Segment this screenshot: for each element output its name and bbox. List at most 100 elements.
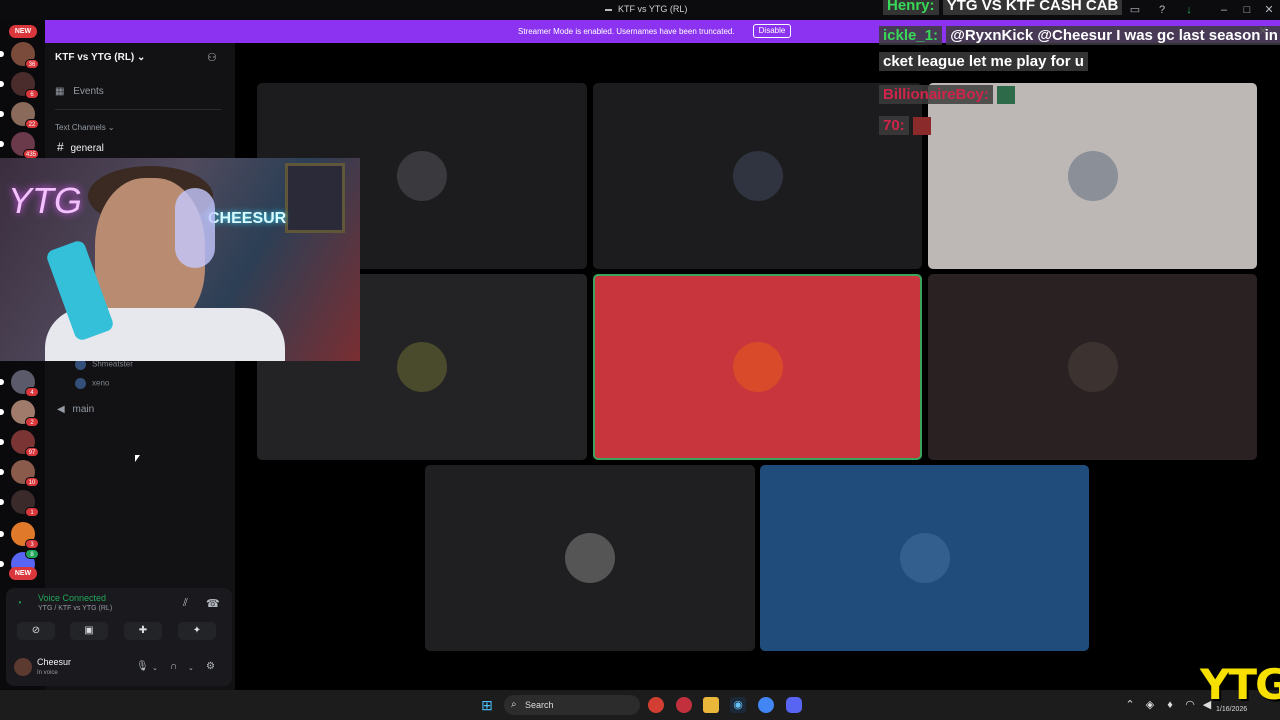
steam-icon[interactable]: ◉ — [730, 697, 746, 713]
avatar — [899, 533, 950, 583]
taskbar — [0, 690, 1280, 720]
avatar — [732, 151, 783, 201]
chat-message: 70: — [879, 116, 931, 136]
overlay-logo: YTG — [1200, 660, 1280, 709]
server-name: KTF vs YTG (RL) — [55, 52, 135, 63]
camera-button[interactable]: ⊘ — [17, 622, 55, 640]
channel-general[interactable]: # general — [57, 140, 104, 154]
video-tile[interactable] — [928, 274, 1257, 460]
chat-username: 70: — [879, 116, 909, 135]
chat-username: Henry: — [883, 0, 939, 15]
headset — [175, 188, 215, 268]
search-icon: ⌕ — [511, 699, 517, 710]
video-tile-speaking[interactable] — [593, 274, 922, 460]
streamer-webcam: YTG CHEESUR — [0, 158, 360, 361]
screen-share-button[interactable]: ▣ — [70, 622, 108, 640]
neon-sign: YTG — [8, 180, 83, 221]
server-icon[interactable]: 1 — [0, 490, 39, 517]
voice-user[interactable]: xeno — [75, 378, 109, 389]
disable-button[interactable]: Disable — [753, 24, 791, 38]
username[interactable]: Cheesur — [37, 657, 71, 667]
video-tile[interactable] — [760, 465, 1089, 651]
gear-icon[interactable]: ⚙ — [206, 661, 215, 672]
chat-username: BillionaireBoy: — [879, 85, 993, 104]
camera-off-icon: ⊘ — [31, 625, 41, 636]
chat-message: ickle_1: @RyxnKick @Cheesur I was gc las… — [879, 26, 1280, 45]
folder-icon[interactable] — [703, 697, 719, 713]
activities-icon: ✚ — [138, 625, 148, 636]
microphone-icon[interactable]: ♦ — [1162, 697, 1178, 713]
hash-icon: # — [57, 140, 64, 154]
events-link[interactable]: ▦ Events — [55, 86, 104, 97]
chrome-icon[interactable] — [648, 697, 664, 713]
add-member-icon[interactable]: ⚇ — [207, 51, 221, 65]
server-icon[interactable]: 97 — [0, 430, 39, 457]
headphones-icon[interactable]: ∩ — [170, 661, 177, 672]
mouse-cursor — [135, 455, 140, 462]
emote-icon — [912, 117, 931, 136]
server-icon[interactable]: 6 — [0, 72, 39, 99]
chat-text: YTG VS KTF CASH CAB — [942, 0, 1123, 15]
avatar — [565, 533, 615, 583]
voice-status[interactable]: Voice Connected — [38, 593, 106, 603]
avatar — [397, 151, 447, 201]
chat-text: cket league let me play for u — [879, 52, 1088, 71]
noise-suppression-icon[interactable]: ⫽ — [183, 597, 188, 610]
avatar — [75, 378, 86, 389]
banner-text: Streamer Mode is enabled. Usernames have… — [518, 27, 735, 36]
tray-icon[interactable]: ◈ — [1142, 697, 1158, 713]
avatar — [1067, 342, 1118, 392]
soundboard-button[interactable]: ✦ — [178, 622, 216, 640]
chevron-up-icon[interactable]: ⌃ — [1122, 697, 1138, 713]
microphone-icon[interactable]: 🎙︎ — [136, 661, 149, 672]
speaker-icon: ◀ — [57, 404, 65, 415]
window-title: KTF vs YTG (RL) — [605, 4, 687, 14]
disconnect-icon[interactable]: ☎ — [206, 597, 220, 610]
video-stage — [235, 43, 1280, 690]
category-text-channels[interactable]: Text Channels ⌄ — [55, 123, 115, 132]
avatar[interactable] — [14, 658, 32, 676]
avatar — [732, 342, 783, 392]
avatar — [397, 342, 447, 392]
server-icon[interactable]: 435 — [0, 132, 39, 159]
chat-message: Henry: YTG VS KTF CASH CAB — [883, 0, 1123, 15]
chat-message: BillionaireBoy: — [879, 85, 1016, 105]
app-icon[interactable] — [676, 697, 692, 713]
user-status: In voice — [37, 670, 58, 676]
server-icon[interactable]: 4 — [0, 370, 39, 397]
chat-username: ickle_1: — [879, 26, 943, 45]
server-icon[interactable]: 22 — [0, 102, 39, 129]
activities-button[interactable]: ✚ — [124, 622, 162, 640]
search-label: Search — [525, 700, 554, 710]
chat-message: cket league let me play for u — [879, 52, 1088, 71]
screen-share-icon: ▣ — [84, 625, 94, 636]
divider — [55, 109, 221, 110]
chat-overlay: Henry: YTG VS KTF CASH CAB ickle_1: @Ryx… — [879, 0, 1280, 140]
emote-icon — [997, 86, 1016, 105]
server-icon[interactable]: 3 — [0, 522, 39, 549]
voice-channel-path: YTG / KTF vs YTG (RL) — [38, 605, 113, 612]
calendar-icon: ▦ — [55, 86, 65, 97]
start-icon[interactable]: ⊞ — [479, 697, 495, 713]
soundboard-icon: ✦ — [192, 625, 202, 636]
arcade-machine — [285, 163, 345, 233]
chevron-down-icon: ⌄ — [137, 52, 146, 63]
chevron-down-icon[interactable]: ⌄ — [188, 664, 194, 672]
video-tile[interactable] — [425, 465, 755, 651]
chrome-icon[interactable] — [758, 697, 774, 713]
chat-text: @RyxnKick @Cheesur I was gc last season … — [946, 26, 1280, 45]
signal-icon: ◔ — [16, 598, 23, 609]
chevron-down-icon[interactable]: ⌄ — [152, 664, 158, 672]
voice-channel-main[interactable]: ◀ main — [57, 404, 94, 415]
new-badge: NEW — [9, 25, 37, 38]
server-header[interactable]: KTF vs YTG (RL) ⌄ — [55, 52, 145, 63]
discord-icon[interactable] — [786, 697, 802, 713]
video-tile[interactable] — [593, 83, 922, 269]
avatar — [1067, 151, 1118, 201]
new-badge: NEW — [9, 567, 37, 580]
server-icon[interactable]: 2 — [0, 400, 39, 427]
server-icon[interactable]: 10 — [0, 460, 39, 487]
neon-sign: CHEESUR — [208, 210, 287, 227]
wifi-icon[interactable]: ◠ — [1182, 697, 1198, 713]
server-icon[interactable]: 36 — [0, 42, 39, 69]
